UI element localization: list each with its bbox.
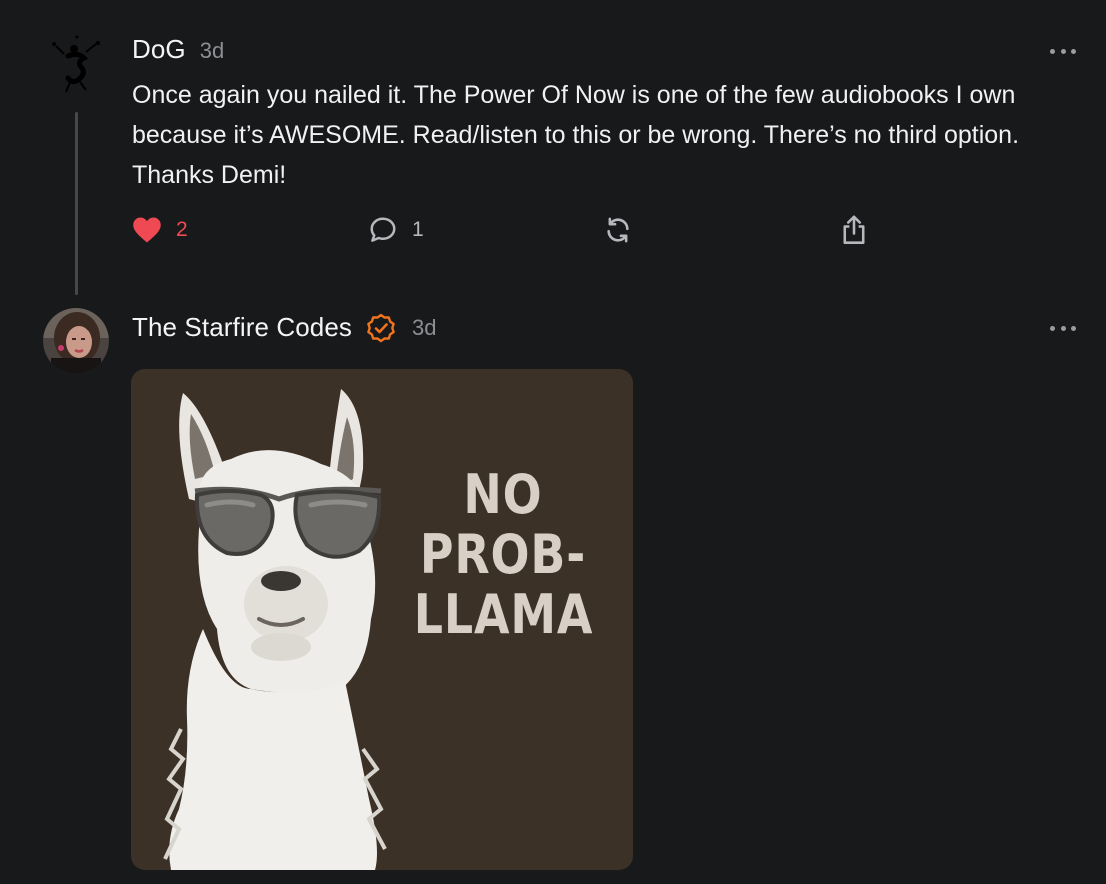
share-icon [843, 215, 865, 244]
image-text-line: PROB- [419, 523, 587, 586]
more-options-button[interactable] [1050, 318, 1076, 338]
image-text-line: NO [463, 463, 543, 526]
thread-line [75, 112, 78, 295]
share-button[interactable] [840, 212, 868, 248]
comment-actions: 2 1 [132, 212, 872, 248]
reply-count: 1 [412, 218, 424, 241]
reply-button[interactable]: 1 [368, 212, 424, 248]
comment-bubble-icon [370, 217, 396, 242]
comment-header: DoG 3d [132, 34, 224, 65]
more-horizontal-icon [1050, 48, 1055, 54]
image-text-line: LLAMA [413, 583, 594, 646]
comment-body: Once again you nailed it. The Power Of N… [132, 81, 1020, 189]
avatar[interactable] [43, 308, 109, 374]
image-caption-art: NO PROB- LLAMA [414, 465, 593, 645]
verified-badge-icon [367, 313, 395, 342]
heart-icon [133, 217, 161, 243]
author-name[interactable]: The Starfire Codes [132, 312, 352, 343]
timestamp[interactable]: 3d [412, 315, 436, 341]
more-horizontal-icon [1050, 325, 1055, 331]
timestamp[interactable]: 3d [200, 38, 224, 64]
author-name[interactable]: DoG [132, 34, 186, 65]
restack-button[interactable] [604, 212, 632, 248]
like-button[interactable]: 2 [132, 212, 188, 248]
restack-icon [607, 217, 629, 243]
like-count: 2 [176, 218, 188, 241]
avatar[interactable] [44, 32, 110, 98]
comments-thread: DoG 3d Once again you nailed it. The Pow… [0, 0, 1106, 884]
more-options-button[interactable] [1050, 41, 1076, 61]
comment-header: The Starfire Codes 3d [132, 312, 437, 343]
